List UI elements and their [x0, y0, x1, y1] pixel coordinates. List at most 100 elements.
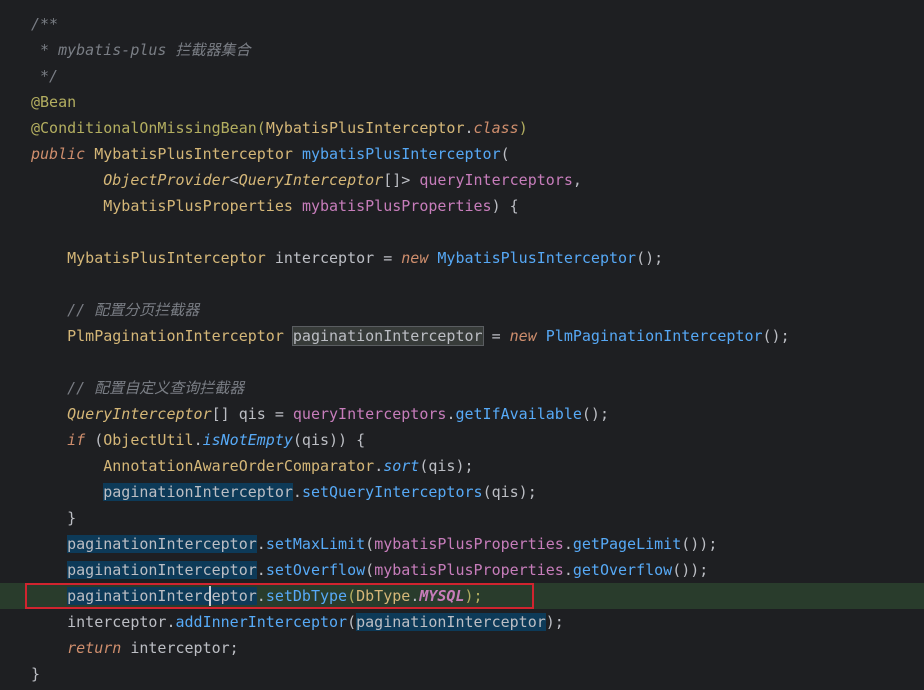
code-line: paginationInterceptor.setQueryIntercepto…	[0, 479, 924, 505]
code-line: paginationInterceptor.setMaxLimit(mybati…	[0, 531, 924, 557]
punct: (qis);	[482, 483, 537, 501]
dot: .	[256, 535, 266, 553]
keyword: class	[473, 119, 519, 137]
highlight-box	[25, 583, 534, 609]
method-call: setQueryInterceptors	[301, 483, 483, 501]
method-call: setMaxLimit	[265, 535, 366, 553]
code-line: if (ObjectUtil.isNotEmpty(qis)) {	[0, 427, 924, 453]
code-line: return interceptor;	[0, 635, 924, 661]
method-call: addInnerInterceptor	[175, 613, 348, 631]
code-line: MybatisPlusInterceptor interceptor = new…	[0, 245, 924, 271]
highlighted-variable[interactable]: paginationInterceptor	[67, 535, 257, 553]
code-line: public MybatisPlusInterceptor mybatisPlu…	[0, 141, 924, 167]
parameter: mybatisPlusProperties	[374, 535, 564, 553]
code-line: }	[0, 661, 924, 687]
comment: /**	[31, 15, 59, 33]
method-call: getOverflow	[572, 561, 673, 579]
dot: .	[166, 613, 176, 631]
comment: // 配置自定义查询拦截器	[67, 379, 245, 397]
highlighted-variable[interactable]: paginationInterceptor	[103, 483, 293, 501]
class-name: AnnotationAwareOrderComparator	[103, 457, 375, 475]
code-line: QueryInterceptor[] qis = queryIntercepto…	[0, 401, 924, 427]
code-text: [] qis =	[211, 405, 293, 423]
parameter: queryInterceptors	[419, 171, 573, 189]
highlighted-variable[interactable]: paginationInterceptor	[356, 613, 546, 631]
brace: }	[31, 665, 41, 683]
annotation: @ConditionalOnMissingBean(	[31, 119, 266, 137]
punct: (	[500, 145, 510, 163]
code-text: interceptor =	[265, 249, 402, 267]
keyword: new	[401, 249, 429, 267]
punct: <	[229, 171, 239, 189]
dot: .	[292, 483, 302, 501]
keyword: return	[67, 639, 122, 657]
keyword: public	[31, 145, 86, 163]
dot: .	[374, 457, 384, 475]
code-line: ObjectProvider<QueryInterceptor[]> query…	[0, 167, 924, 193]
highlighted-variable[interactable]: paginationInterceptor	[291, 326, 484, 346]
type-name: QueryInterceptor	[238, 171, 384, 189]
code-line: PlmPaginationInterceptor paginationInter…	[0, 323, 924, 349]
code-editor[interactable]: /** * mybatis-plus 拦截器集合 */ @Bean @Condi…	[0, 0, 924, 690]
parameter: queryInterceptors	[292, 405, 447, 423]
brace: }	[67, 509, 77, 527]
code-line: }	[0, 505, 924, 531]
punct: ();	[762, 327, 790, 345]
code-text: =	[482, 327, 510, 345]
variable: interceptor	[67, 613, 167, 631]
dot: .	[563, 561, 573, 579]
highlighted-variable[interactable]: paginationInterceptor	[67, 561, 257, 579]
code-line: interceptor.addInnerInterceptor(paginati…	[0, 609, 924, 635]
method-call: setOverflow	[265, 561, 366, 579]
type-name: QueryInterceptor	[67, 405, 212, 423]
comment: // 配置分页拦截器	[67, 301, 200, 319]
code-text: interceptor;	[121, 639, 239, 657]
method-call: getIfAvailable	[455, 405, 582, 423]
comment: */	[31, 67, 59, 85]
static-method-call: isNotEmpty	[202, 431, 293, 449]
punct: (	[365, 535, 375, 553]
dot: .	[563, 535, 573, 553]
punct: []>	[383, 171, 420, 189]
punct: ());	[672, 561, 709, 579]
dot: .	[464, 119, 474, 137]
punct: (	[365, 561, 375, 579]
static-method-call: sort	[383, 457, 420, 475]
parameter: mybatisPlusProperties	[374, 561, 564, 579]
punct: (	[347, 613, 357, 631]
code-line: @Bean	[0, 89, 924, 115]
code-line: paginationInterceptor. setOverflow(mybati…	[0, 557, 924, 583]
class-name: PlmPaginationInterceptor	[67, 327, 284, 345]
comment: * mybatis-plus 拦截器集合	[31, 41, 251, 59]
code-line: MybatisPlusProperties mybatisPlusPropert…	[0, 193, 924, 219]
keyword: new	[509, 327, 537, 345]
method-call: getPageLimit	[572, 535, 682, 553]
punct: (qis)) {	[292, 431, 366, 449]
method-declaration: mybatisPlusInterceptor	[301, 145, 501, 163]
class-name: MybatisPlusInterceptor	[265, 119, 465, 137]
parameter: mybatisPlusProperties	[301, 197, 492, 215]
constructor-call: PlmPaginationInterceptor	[545, 327, 763, 345]
code-line: // 配置分页拦截器	[0, 297, 924, 323]
punct: (qis);	[419, 457, 474, 475]
punct: ();	[636, 249, 664, 267]
punct: ());	[681, 535, 718, 553]
punct: (	[85, 431, 104, 449]
